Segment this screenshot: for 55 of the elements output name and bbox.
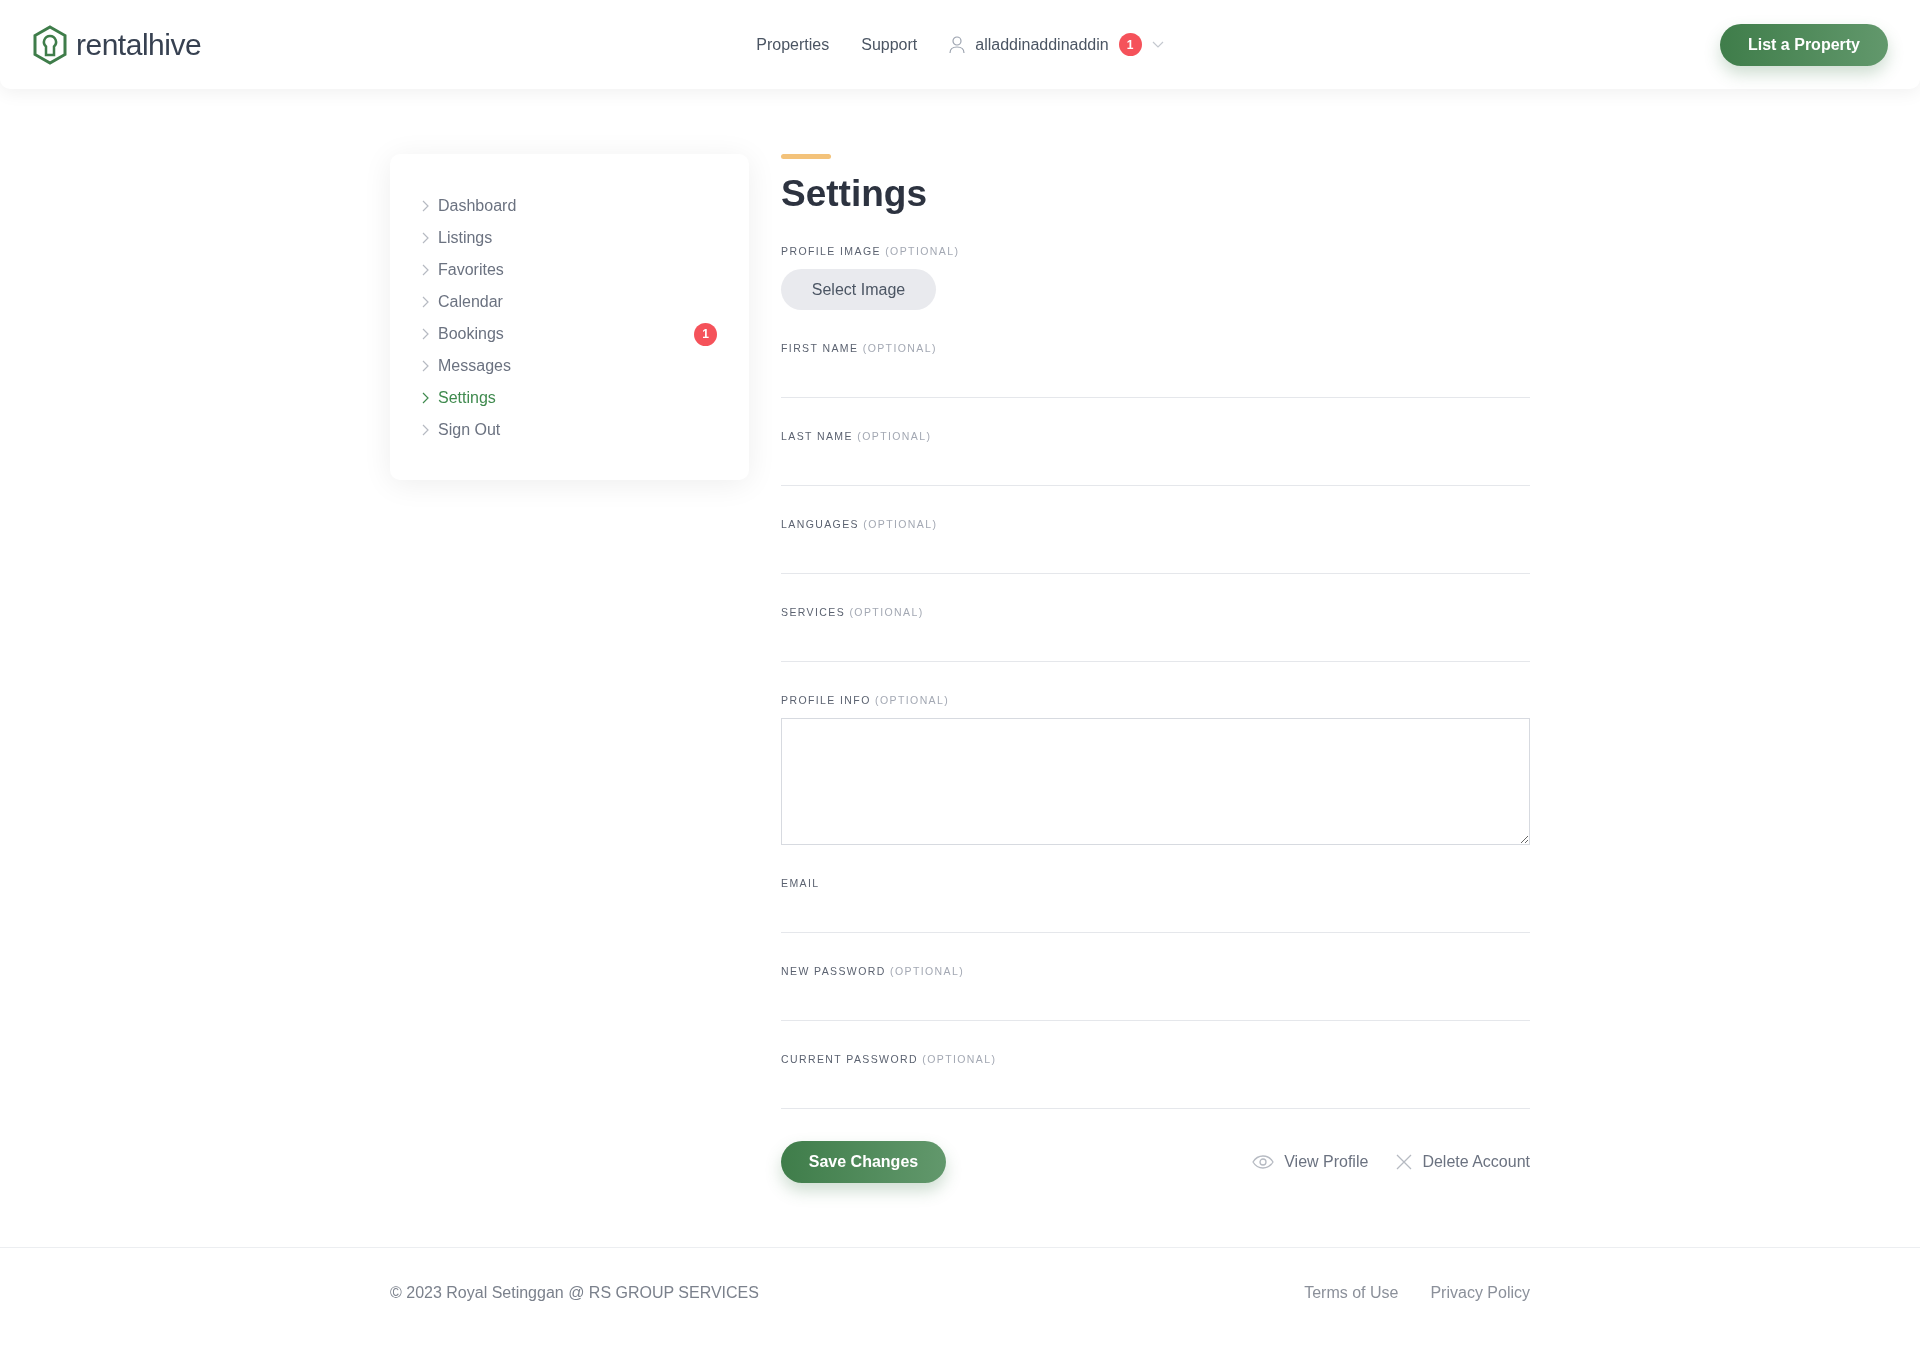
field-label: FIRST NAME (OPTIONAL) xyxy=(781,342,938,354)
sidebar-item-label: Calendar xyxy=(438,293,504,311)
select-image-button[interactable]: Select Image xyxy=(781,269,936,310)
chevron-right-icon xyxy=(422,232,430,244)
field-label: PROFILE IMAGE (OPTIONAL) xyxy=(781,245,961,257)
user-icon xyxy=(949,35,966,54)
chevron-right-icon xyxy=(422,424,430,436)
sidebar-item[interactable]: Messages xyxy=(422,350,717,382)
sidebar-item-label: Settings xyxy=(438,389,497,407)
page-title: Settings xyxy=(781,173,928,215)
save-changes-button[interactable]: Save Changes xyxy=(781,1141,946,1183)
chevron-right-icon xyxy=(422,328,430,340)
sidebar-item[interactable]: Settings xyxy=(422,382,717,414)
field-label: PROFILE INFO (OPTIONAL) xyxy=(781,694,951,706)
brand-name: rentalhive xyxy=(76,27,202,62)
sidebar-item-label: Messages xyxy=(438,357,512,375)
field-label: NEW PASSWORD (OPTIONAL) xyxy=(781,965,966,977)
logo-icon xyxy=(32,24,68,65)
eye-icon xyxy=(1252,1155,1275,1169)
sidebar-item[interactable]: Calendar xyxy=(422,286,717,318)
caret-icon[interactable] xyxy=(1151,40,1164,49)
copyright-text: © 2023 Royal Setinggan @ RS GROUP SERVICES xyxy=(390,1284,759,1302)
chevron-right-icon xyxy=(422,296,430,308)
view-profile-link[interactable]: View Profile xyxy=(1252,1153,1369,1171)
sidebar-item[interactable]: Bookings 1 xyxy=(422,318,717,350)
notification-count: 1 xyxy=(694,322,717,346)
nav-link[interactable]: Support xyxy=(861,35,918,54)
sidebar-item[interactable]: Listings xyxy=(422,222,717,254)
sidebar-item[interactable]: Dashboard xyxy=(422,190,717,222)
nav-link[interactable]: Properties xyxy=(756,35,830,54)
chevron-right-icon xyxy=(422,392,430,404)
list-property-button[interactable]: List a Property xyxy=(1488,23,1888,66)
field-label: CURRENT PASSWORD (OPTIONAL) xyxy=(781,1053,998,1065)
sidebar-item-label: Dashboard xyxy=(438,197,518,215)
user-name[interactable]: alladdinaddinaddin xyxy=(975,35,1109,54)
footer-link[interactable]: Privacy Policy xyxy=(1430,1284,1530,1302)
close-icon xyxy=(1396,1154,1413,1170)
field-label: EMAIL xyxy=(781,877,821,889)
text-area[interactable] xyxy=(781,718,1530,845)
sidebar-item[interactable]: Favorites xyxy=(422,254,717,286)
sidebar-item[interactable]: Sign Out xyxy=(422,414,717,446)
sidebar-item-label: Sign Out xyxy=(438,421,502,439)
delete-account-link[interactable]: Delete Account xyxy=(1396,1153,1530,1171)
chevron-right-icon xyxy=(422,264,430,276)
chevron-right-icon xyxy=(422,360,430,372)
field-label: LANGUAGES (OPTIONAL) xyxy=(781,518,939,530)
sidebar-item-label: Listings xyxy=(438,229,494,247)
notification-count: 1 xyxy=(1118,33,1142,56)
field-label: LAST NAME (OPTIONAL) xyxy=(781,430,933,442)
field-label: SERVICES (OPTIONAL) xyxy=(781,606,925,618)
sidebar-item-label: Favorites xyxy=(438,261,505,279)
footer-link[interactable]: Terms of Use xyxy=(1304,1284,1399,1302)
sidebar-item-label: Bookings xyxy=(438,325,505,343)
accent-bar xyxy=(781,154,831,159)
chevron-right-icon xyxy=(422,200,430,212)
